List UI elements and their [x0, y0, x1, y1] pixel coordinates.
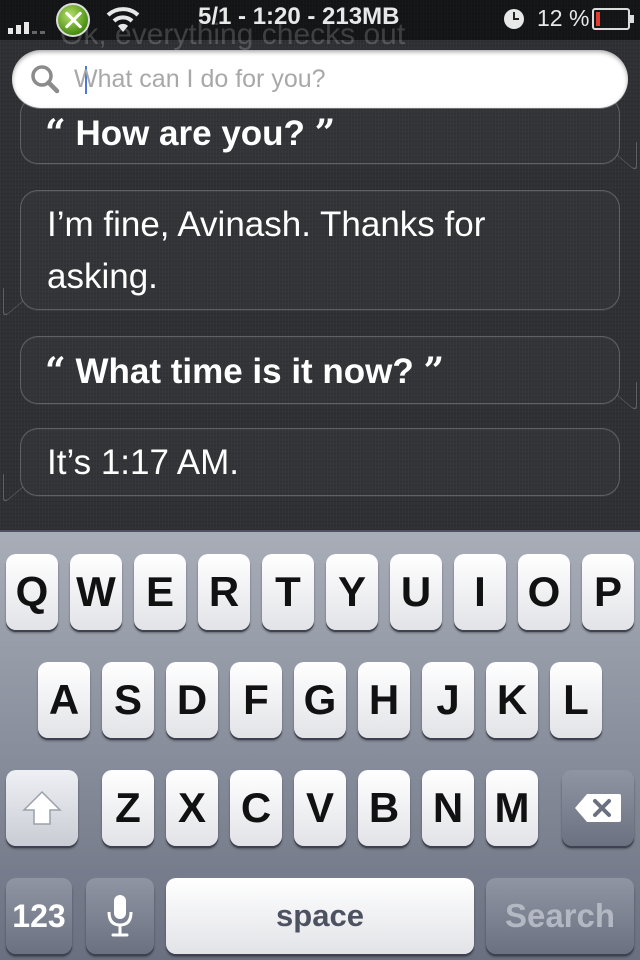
- battery-level-fill: [596, 12, 600, 26]
- battery-percent: 12 %: [537, 5, 590, 31]
- dictation-key[interactable]: [86, 878, 154, 954]
- siri-search-field[interactable]: [12, 50, 628, 108]
- open-quote: “: [45, 112, 66, 154]
- status-bar: Ok, everything checks out 5/1 - 1:20 - 2…: [0, 0, 640, 51]
- shift-arrow-icon: [22, 790, 62, 825]
- key-k[interactable]: K: [486, 662, 538, 738]
- shift-key[interactable]: [6, 770, 78, 846]
- key-h[interactable]: H: [358, 662, 410, 738]
- wifi-icon: [106, 7, 140, 32]
- close-quote: ”: [423, 350, 445, 392]
- key-e[interactable]: E: [134, 554, 186, 630]
- user-query-text: How are you?: [75, 114, 305, 153]
- key-w[interactable]: W: [70, 554, 122, 630]
- key-u[interactable]: U: [390, 554, 442, 630]
- key-p[interactable]: P: [582, 554, 634, 630]
- alarm-clock-icon: [504, 9, 524, 29]
- key-s[interactable]: S: [102, 662, 154, 738]
- key-y[interactable]: Y: [326, 554, 378, 630]
- key-z[interactable]: Z: [102, 770, 154, 846]
- bubble-tail: [3, 457, 23, 505]
- user-query-text: What time is it now?: [75, 352, 414, 391]
- signal-bars-icon: [8, 22, 45, 34]
- bubble-tail: [3, 271, 23, 319]
- xbox-icon: [56, 3, 90, 37]
- key-i[interactable]: I: [454, 554, 506, 630]
- close-quote: ”: [314, 112, 336, 154]
- microphone-icon: [107, 895, 133, 937]
- user-query-bubble: “ What time is it now? ”: [20, 336, 637, 413]
- key-x[interactable]: X: [166, 770, 218, 846]
- bubble-tail: [617, 365, 637, 413]
- siri-response-text: It’s 1:17 AM.: [47, 443, 239, 482]
- key-r[interactable]: R: [198, 554, 250, 630]
- key-v[interactable]: V: [294, 770, 346, 846]
- key-o[interactable]: O: [518, 554, 570, 630]
- key-j[interactable]: J: [422, 662, 474, 738]
- key-c[interactable]: C: [230, 770, 282, 846]
- key-f[interactable]: F: [230, 662, 282, 738]
- battery-icon: [592, 8, 634, 30]
- key-l[interactable]: L: [550, 662, 602, 738]
- status-info-text: 5/1 - 1:20 - 213MB: [198, 3, 400, 30]
- key-m[interactable]: M: [486, 770, 538, 846]
- search-key[interactable]: Search: [486, 878, 634, 954]
- key-n[interactable]: N: [422, 770, 474, 846]
- backspace-icon: [575, 794, 621, 822]
- siri-response-bubble: It’s 1:17 AM.: [3, 428, 620, 505]
- space-key[interactable]: space: [166, 878, 474, 954]
- delete-key[interactable]: [562, 770, 634, 846]
- bubble-tail: [617, 125, 637, 173]
- open-quote: “: [45, 350, 66, 392]
- key-q[interactable]: Q: [6, 554, 58, 630]
- search-input[interactable]: [74, 63, 604, 95]
- siri-response-bubble: I’m fine, Avinash. Thanks for asking.: [3, 190, 620, 319]
- key-a[interactable]: A: [38, 662, 90, 738]
- siri-response-text: I’m fine, Avinash. Thanks for asking.: [47, 205, 486, 296]
- keyboard: Q W E R T Y U I O P A S D F G H J K L Z …: [0, 530, 640, 960]
- search-icon: [31, 65, 60, 94]
- key-g[interactable]: G: [294, 662, 346, 738]
- numbers-key[interactable]: 123: [6, 878, 72, 954]
- key-t[interactable]: T: [262, 554, 314, 630]
- key-d[interactable]: D: [166, 662, 218, 738]
- key-b[interactable]: B: [358, 770, 410, 846]
